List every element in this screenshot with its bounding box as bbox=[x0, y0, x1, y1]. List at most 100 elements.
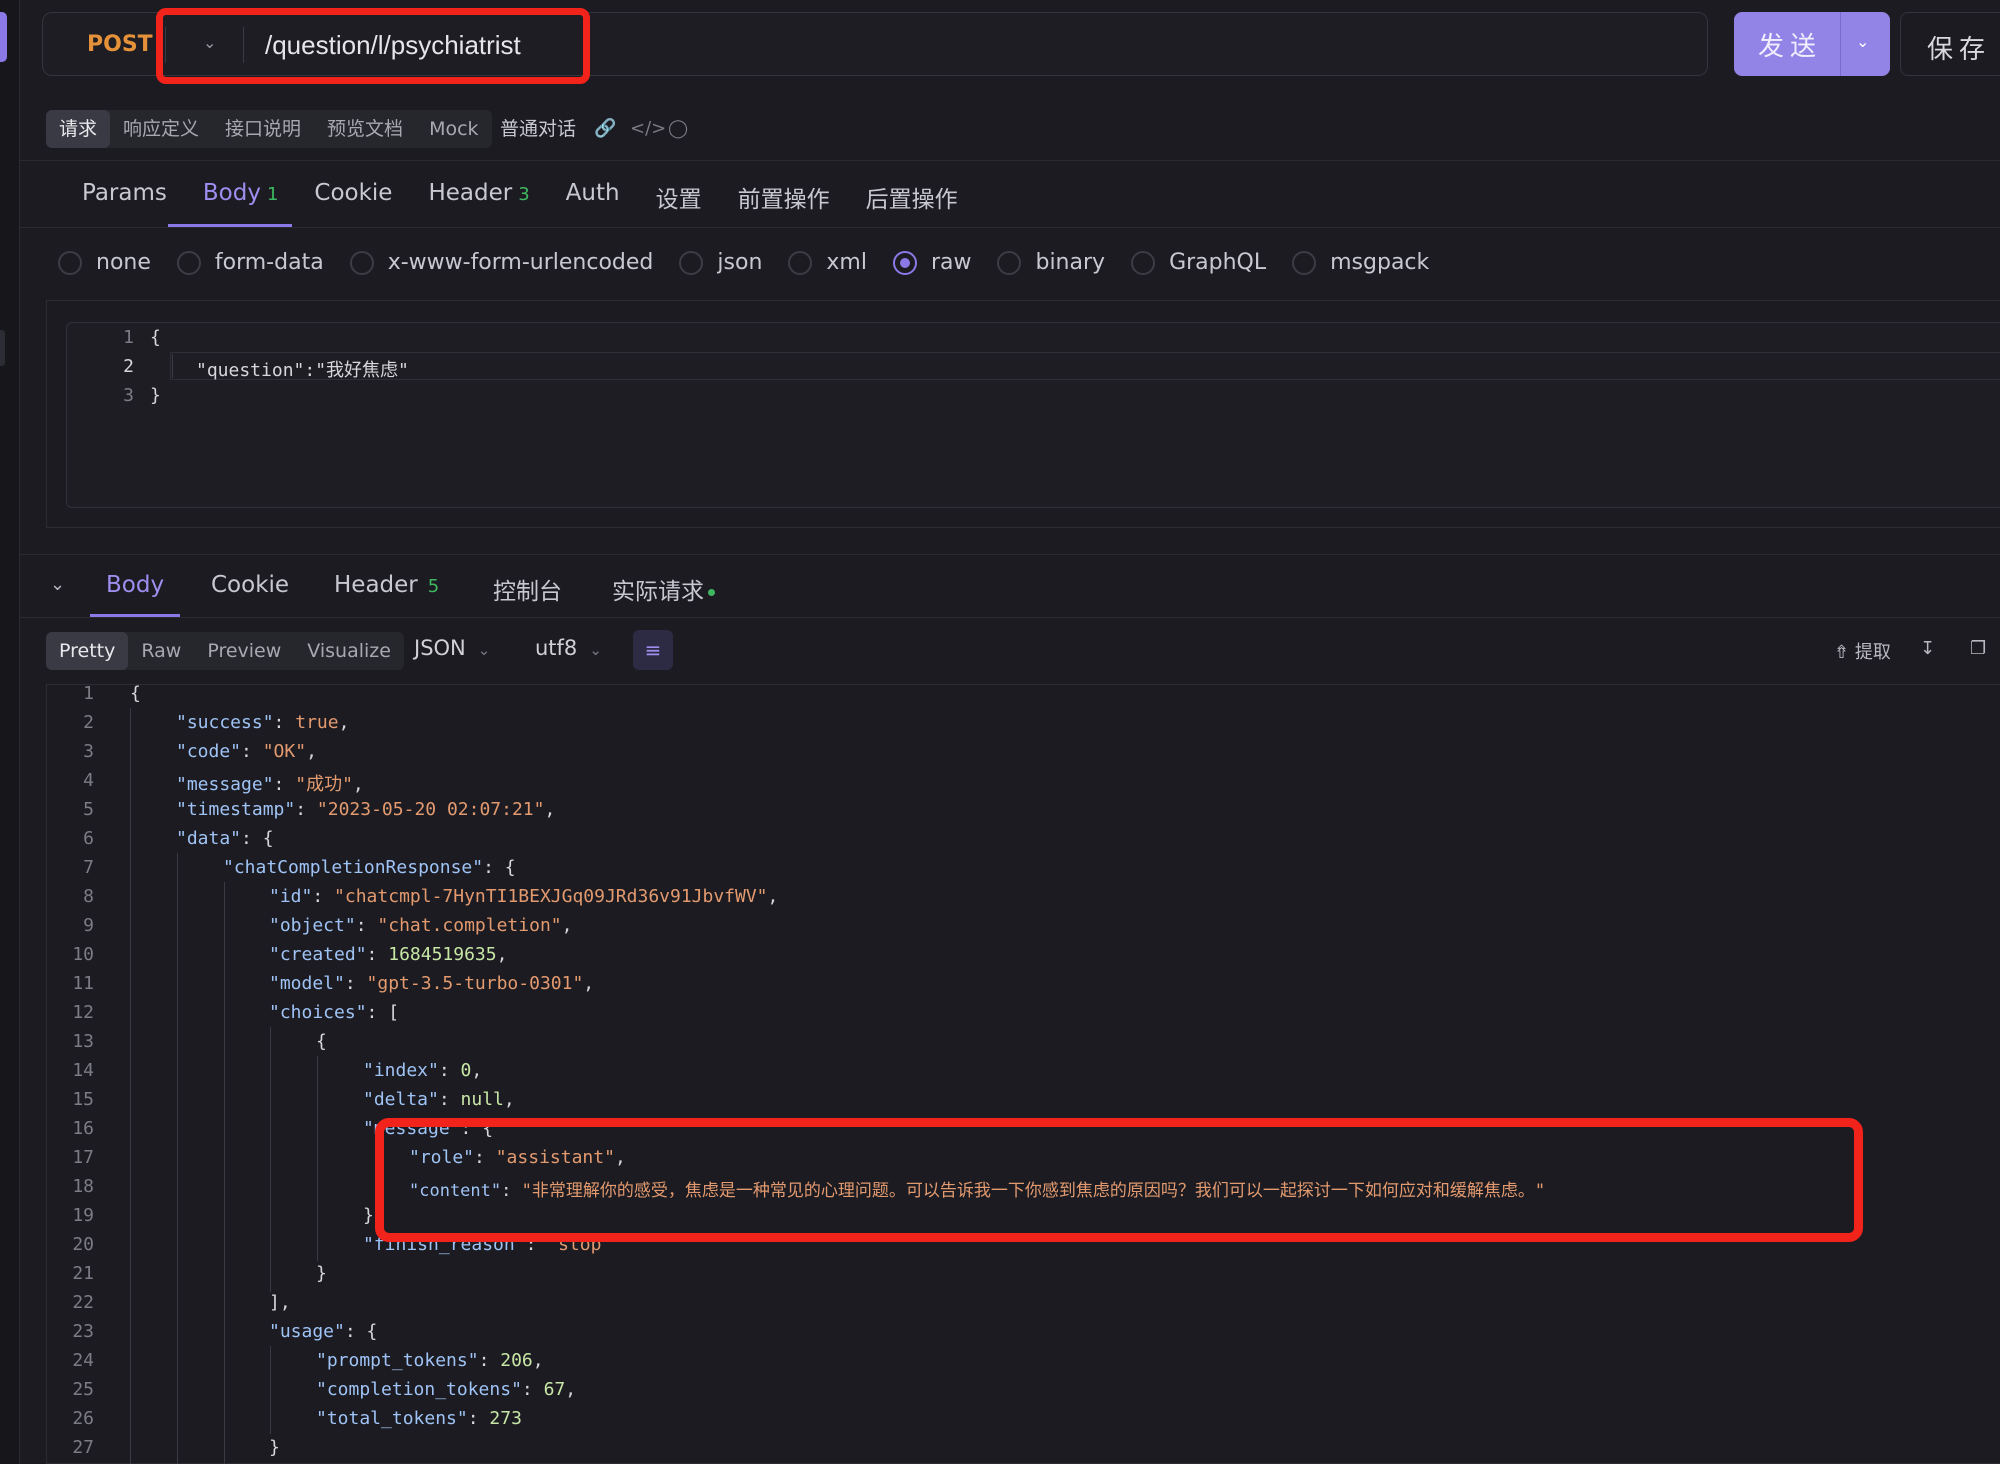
code-line: "chatCompletionResponse": { bbox=[223, 857, 516, 878]
radio-circle[interactable] bbox=[788, 250, 813, 275]
radio-circle[interactable] bbox=[1131, 250, 1156, 275]
code-line: { bbox=[316, 1031, 327, 1052]
radio-raw[interactable]: raw bbox=[892, 250, 971, 275]
radio-none[interactable]: none bbox=[58, 250, 151, 275]
left-rail bbox=[0, 0, 20, 1464]
radio-circle[interactable] bbox=[176, 250, 201, 275]
line-number: 5 bbox=[83, 799, 94, 820]
collapse-chevron-icon[interactable]: ⌄ bbox=[50, 574, 65, 595]
copy-icon[interactable]: ❐ bbox=[1970, 638, 1986, 659]
indent-guide bbox=[270, 1027, 271, 1292]
resp-tab-cookie[interactable]: Cookie bbox=[211, 572, 289, 598]
line-number: 15 bbox=[72, 1089, 94, 1110]
json-value: 67 bbox=[543, 1379, 566, 1400]
radio-json[interactable]: json bbox=[679, 250, 762, 275]
line-number: 7 bbox=[83, 857, 94, 878]
resp-tab-actual-request[interactable]: 实际请求 bbox=[612, 572, 715, 606]
extract-button[interactable]: ⇮ 提取 bbox=[1834, 638, 1891, 664]
tab-mock[interactable]: Mock bbox=[416, 110, 491, 148]
radio-binary[interactable]: binary bbox=[997, 250, 1105, 275]
code-line: "prompt_tokens": 206, bbox=[316, 1350, 544, 1371]
mode-label: 普通对话 bbox=[500, 118, 577, 140]
download-icon[interactable]: ↧ bbox=[1920, 638, 1935, 659]
json-value: "chat.completion" bbox=[377, 915, 562, 936]
line-number: 4 bbox=[83, 770, 94, 791]
line-number: 13 bbox=[72, 1031, 94, 1052]
tab-request[interactable]: 请求 bbox=[46, 110, 111, 148]
line-number: 27 bbox=[72, 1437, 94, 1458]
radio-label: json bbox=[717, 250, 763, 275]
tab-body[interactable]: Body 1 bbox=[185, 180, 297, 226]
save-button[interactable]: 保存 bbox=[1900, 12, 2000, 76]
tab-header[interactable]: Header 3 bbox=[410, 180, 547, 226]
line-number: 3 bbox=[123, 385, 134, 406]
radio-form-data[interactable]: form-data bbox=[176, 250, 324, 275]
extract-icon: ⇮ bbox=[1834, 642, 1850, 663]
line-number: 2 bbox=[83, 712, 94, 733]
code-line: "total_tokens": 273 bbox=[316, 1408, 522, 1429]
radio-msgpack[interactable]: msgpack bbox=[1292, 250, 1429, 275]
radio-circle[interactable] bbox=[349, 250, 374, 275]
tab-auth[interactable]: Auth bbox=[548, 180, 638, 226]
code-icon[interactable]: </> bbox=[630, 118, 666, 139]
tab-raw[interactable]: Raw bbox=[128, 632, 194, 670]
tab-response-definition[interactable]: 响应定义 bbox=[110, 110, 212, 148]
code-line: "data": { bbox=[176, 828, 274, 849]
tab-api-description[interactable]: 接口说明 bbox=[212, 110, 314, 148]
radio-circle[interactable] bbox=[997, 250, 1022, 275]
radio-circle[interactable] bbox=[1292, 250, 1317, 275]
method-label[interactable]: POST bbox=[87, 32, 153, 57]
line-number: 20 bbox=[72, 1234, 94, 1255]
tab-cookie[interactable]: Cookie bbox=[296, 180, 410, 226]
send-button[interactable]: 发送 ⌄ bbox=[1734, 12, 1890, 76]
tab-preview[interactable]: Preview bbox=[194, 632, 294, 670]
code-line: "choices": [ bbox=[269, 1002, 400, 1023]
code-line: } bbox=[316, 1263, 327, 1284]
json-value: "OK" bbox=[262, 741, 307, 762]
request-body-editor[interactable] bbox=[66, 322, 2000, 508]
radio-circle-checked[interactable] bbox=[892, 250, 917, 275]
request-tabs: Params Body 1 Cookie Header 3 Auth 设置 前置操作… bbox=[64, 180, 976, 226]
code-line: } bbox=[269, 1437, 280, 1458]
tab-pre-actions[interactable]: 前置操作 bbox=[720, 180, 848, 226]
body-type-radios: none form-data x-www-form-urlencoded jso… bbox=[58, 250, 1455, 275]
resp-tab-console[interactable]: 控制台 bbox=[493, 572, 562, 606]
tab-visualize[interactable]: Visualize bbox=[294, 632, 404, 670]
tab-pretty[interactable]: Pretty bbox=[46, 632, 129, 670]
radio-circle[interactable] bbox=[679, 250, 704, 275]
resp-tab-body[interactable]: Body bbox=[106, 572, 164, 598]
line-number: 2 bbox=[123, 356, 134, 377]
line-number: 8 bbox=[83, 886, 94, 907]
radio-label: binary bbox=[1035, 250, 1106, 275]
radio-xml[interactable]: xml bbox=[788, 250, 867, 275]
chevron-down-icon[interactable]: ⌄ bbox=[1856, 32, 1869, 51]
wrap-lines-icon[interactable]: ≡ bbox=[633, 630, 673, 670]
tab-label: Cookie bbox=[314, 180, 393, 206]
tab-preview-docs[interactable]: 预览文档 bbox=[314, 110, 416, 148]
chevron-down-icon: ⌄ bbox=[477, 641, 491, 659]
code-line: ], bbox=[269, 1292, 291, 1313]
indent-guide bbox=[224, 882, 225, 1464]
link-icon[interactable]: 🔗 bbox=[594, 118, 616, 139]
code-line: } bbox=[150, 385, 161, 406]
line-number: 1 bbox=[123, 327, 134, 348]
encoding-select[interactable]: utf8 ⌄ bbox=[535, 636, 602, 660]
format-select[interactable]: JSON ⌄ bbox=[414, 636, 490, 660]
tab-post-actions[interactable]: 后置操作 bbox=[848, 180, 976, 226]
radio-circle[interactable] bbox=[58, 250, 82, 275]
tab-settings[interactable]: 设置 bbox=[638, 180, 720, 226]
json-value: 1684519635 bbox=[388, 944, 497, 965]
share-icon[interactable]: ◯ bbox=[668, 118, 688, 139]
tab-params[interactable]: Params bbox=[64, 180, 185, 226]
json-value: "成功" bbox=[295, 774, 353, 795]
radio-graphql[interactable]: GraphQL bbox=[1131, 250, 1266, 275]
rail-handle[interactable] bbox=[0, 330, 5, 366]
resp-tab-header[interactable]: Header 5 bbox=[334, 572, 439, 598]
tab-label: 后置操作 bbox=[865, 187, 958, 213]
tab-label: 前置操作 bbox=[737, 187, 830, 213]
indent-guide bbox=[177, 853, 178, 1464]
tab-label: 设置 bbox=[655, 187, 702, 213]
radio-urlencoded[interactable]: x-www-form-urlencoded bbox=[349, 250, 653, 275]
rail-active-indicator bbox=[0, 12, 7, 62]
json-value: null bbox=[460, 1089, 504, 1110]
